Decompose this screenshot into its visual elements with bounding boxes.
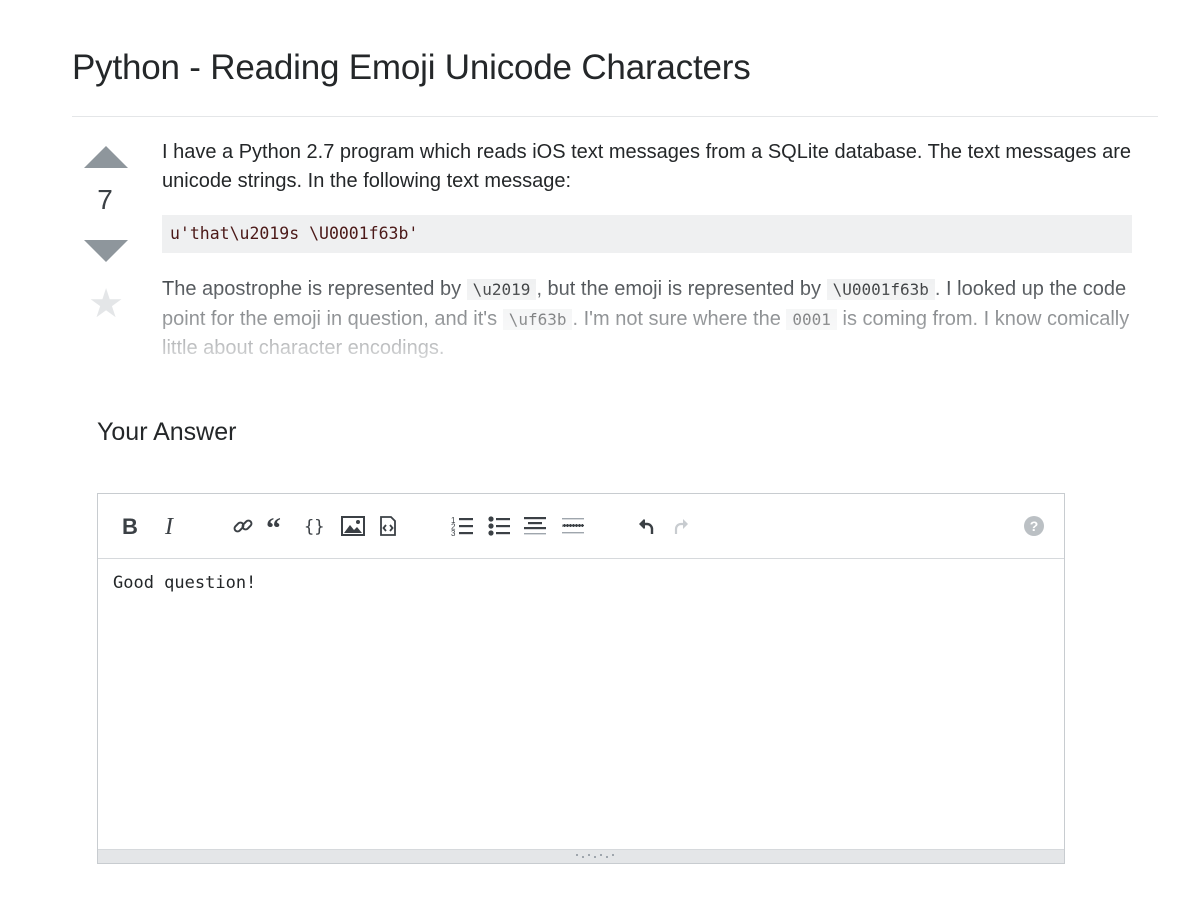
heading-icon[interactable] <box>522 512 548 540</box>
question-title[interactable]: Python - Reading Emoji Unicode Character… <box>72 48 751 88</box>
numbered-list-icon[interactable]: 123 <box>450 512 476 540</box>
question-paragraph: I have a Python 2.7 program which reads … <box>162 141 1132 192</box>
editor-toolbar: B I “ {} 123 ? <box>98 494 1064 559</box>
text-span: . I'm not sure where the <box>572 307 787 330</box>
snippet-icon[interactable] <box>375 512 401 540</box>
help-icon[interactable]: ? <box>1021 512 1047 540</box>
horizontal-rule-icon[interactable] <box>560 512 586 540</box>
code-icon[interactable]: {} <box>302 512 328 540</box>
upvote-arrow-icon[interactable] <box>84 146 128 168</box>
resize-grip[interactable] <box>98 849 1064 863</box>
inline-code: 0001 <box>786 308 837 330</box>
blockquote-icon[interactable]: “ <box>265 512 291 540</box>
your-answer-heading: Your Answer <box>97 418 237 446</box>
svg-text:B: B <box>122 514 138 538</box>
answer-textarea[interactable]: Good question! <box>98 559 1064 849</box>
answer-editor: B I “ {} 123 ? Good question! <box>97 493 1065 864</box>
svg-text:I: I <box>164 514 174 538</box>
redo-icon[interactable] <box>670 512 694 540</box>
italic-icon[interactable]: I <box>160 512 184 540</box>
text-span: The apostrophe is represented by <box>162 278 467 300</box>
link-icon[interactable] <box>230 512 256 540</box>
text-span: , but the emoji is represented by <box>536 278 827 300</box>
bold-icon[interactable]: B <box>118 512 142 540</box>
inline-code: \uf63b <box>502 308 573 330</box>
inline-code: \U0001f63b <box>826 279 935 300</box>
downvote-arrow-icon[interactable] <box>84 240 128 262</box>
favorite-star-icon[interactable]: ★ <box>84 280 128 328</box>
grip-dots-icon <box>576 854 614 858</box>
svg-text:{}: {} <box>304 517 324 537</box>
svg-text:?: ? <box>1030 518 1039 534</box>
inline-code: \u2019 <box>466 279 537 300</box>
image-icon[interactable] <box>340 512 366 540</box>
undo-icon[interactable] <box>634 512 658 540</box>
svg-text:“: “ <box>266 516 281 536</box>
question-paragraph-truncated: The apostrophe is represented by \u2019,… <box>162 275 1132 365</box>
svg-text:3: 3 <box>451 529 456 537</box>
vote-count: 7 <box>97 184 113 215</box>
question-body: I have a Python 2.7 program which reads … <box>162 138 1132 365</box>
bulleted-list-icon[interactable] <box>487 512 513 540</box>
title-divider <box>72 116 1158 117</box>
code-block: u'that\u2019s \U0001f63b' <box>162 215 1132 253</box>
